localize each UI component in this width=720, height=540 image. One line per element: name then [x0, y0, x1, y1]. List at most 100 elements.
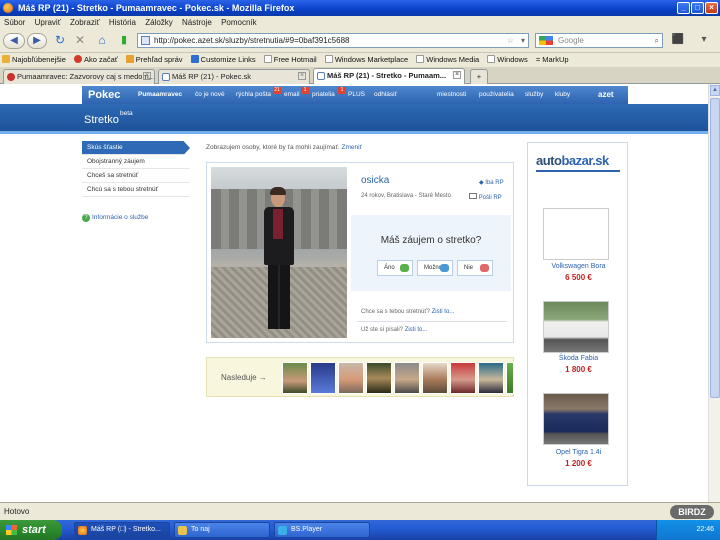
menu-view[interactable]: Zobraziť — [70, 18, 100, 27]
next-thumbnail[interactable] — [282, 362, 308, 394]
menu-bookmarks[interactable]: Záložky — [145, 18, 173, 27]
addon-icon[interactable]: ⬛ — [670, 33, 686, 49]
nav-services[interactable]: služby — [525, 86, 543, 104]
taskbar-item-folder[interactable]: To naj — [174, 522, 270, 538]
minimize-button[interactable]: _ — [677, 2, 690, 14]
car-image[interactable] — [543, 393, 609, 445]
next-thumbnail[interactable] — [422, 362, 448, 394]
maximize-button[interactable]: □ — [691, 2, 704, 14]
autobazar-ad[interactable]: autobazar.sk Volkswagen Bora 6 500 € Ško… — [527, 142, 628, 486]
find-out-link[interactable]: Zisti to... — [432, 309, 455, 315]
search-input[interactable]: Google ⌕ — [535, 33, 663, 48]
taskbar-item-bsplayer[interactable]: BS.Player — [274, 522, 370, 538]
tab-close-icon[interactable]: × — [143, 72, 151, 80]
maybe-icon — [440, 264, 449, 272]
menu-file[interactable]: Súbor — [4, 18, 25, 27]
sidebar-item-mutual[interactable]: Obojstranný záujem — [82, 155, 190, 169]
next-thumbnail[interactable] — [394, 362, 420, 394]
next-thumbnail[interactable] — [366, 362, 392, 394]
maybe-button[interactable]: Možno — [417, 260, 453, 276]
back-button[interactable]: ◀ — [3, 33, 25, 49]
address-bar[interactable]: http://pokec.azet.sk/sluzby/stretnutia/#… — [137, 33, 529, 48]
nav-new[interactable]: čo je nové — [195, 86, 225, 104]
autobazar-logo: autobazar.sk — [536, 153, 620, 172]
bookmark-item[interactable]: Najobľúbenejšie — [2, 53, 66, 67]
nav-user[interactable]: Pumaamravec — [138, 86, 182, 104]
pokec-logo[interactable]: Pokec — [88, 86, 120, 104]
nav-rooms[interactable]: miestnosti — [437, 86, 466, 104]
sidebar-item-want-you[interactable]: Chcú sa s tebou stretnúť — [82, 183, 190, 197]
bookmark-item[interactable]: = MarkUp — [536, 53, 569, 67]
nav-mail[interactable]: rýchla pošta — [236, 86, 271, 104]
next-thumbnail[interactable] — [338, 362, 364, 394]
taskbar-item-firefox[interactable]: Máš RP (□) - Stretko... — [74, 522, 170, 538]
clock[interactable]: 22:46 — [696, 526, 714, 533]
site-favicon — [141, 36, 150, 45]
status-text: Hotovo — [4, 507, 30, 516]
toolbar-menu-icon[interactable]: ▾ — [696, 33, 712, 49]
scroll-up-icon[interactable]: ▲ — [710, 85, 720, 96]
car-name[interactable]: Volkswagen Bora — [528, 263, 629, 270]
dropdown-arrow-icon[interactable]: ▾ — [521, 34, 525, 47]
tab-stretko[interactable]: Máš RP (21) - Stretko - Pumaam... × — [313, 68, 465, 84]
google-icon[interactable] — [539, 36, 553, 45]
new-tab-button[interactable]: + — [470, 69, 488, 84]
profile-meta: 24 rokov, Bratislava - Staré Mesto — [361, 193, 451, 199]
menu-help[interactable]: Pomocník — [221, 18, 257, 27]
bookmark-item[interactable]: Ako začať — [74, 53, 118, 67]
reload-icon[interactable]: ↻ — [52, 33, 68, 49]
send-rp-link[interactable]: Pošli RP — [469, 193, 502, 201]
bookmark-item[interactable]: Windows Media — [416, 53, 479, 67]
bookmark-item[interactable]: Prehľad správ — [125, 53, 183, 67]
find-out-link[interactable]: Zisti to... — [405, 327, 428, 333]
azet-logo[interactable]: azet — [598, 86, 614, 104]
home-icon[interactable]: ⌂ — [94, 33, 110, 49]
bookmark-item[interactable]: Free Hotmail — [263, 53, 317, 67]
scroll-thumb[interactable] — [710, 98, 720, 398]
car-image[interactable] — [543, 301, 609, 353]
tab-close-icon[interactable]: × — [453, 71, 461, 79]
nav-email[interactable]: email — [284, 86, 300, 104]
menu-edit[interactable]: Upraviť — [35, 18, 61, 27]
email-count-badge: 1 — [301, 87, 309, 94]
next-thumbnail[interactable] — [310, 362, 336, 394]
nav-users[interactable]: používatelia — [479, 86, 514, 104]
car-name[interactable]: Škoda Fabia — [528, 355, 629, 362]
profile-photo[interactable] — [211, 167, 347, 338]
next-thumbnail[interactable] — [478, 362, 504, 394]
nav-logout[interactable]: odhlásiť — [374, 86, 397, 104]
car-name[interactable]: Opel Tigra 1.4i — [528, 449, 629, 456]
rss-icon — [125, 55, 134, 63]
sidebar-item-want-meet[interactable]: Chceš sa stretnúť — [82, 169, 190, 183]
yes-button[interactable]: Áno — [377, 260, 413, 276]
tab-pumaamravec[interactable]: Pumaamravec: Zazvorovy caj s medom... × — [3, 69, 155, 84]
profile-name[interactable]: osicka — [361, 175, 389, 186]
bookmark-item[interactable]: Customize Links — [190, 53, 256, 67]
stop-icon[interactable]: ✕ — [72, 33, 88, 49]
no-button[interactable]: Nie — [457, 260, 493, 276]
bookmark-item[interactable]: Windows — [487, 53, 528, 67]
close-button[interactable]: × — [705, 2, 718, 14]
sidebar-item-try-luck[interactable]: Skús šťastie — [82, 141, 190, 155]
bookmark-star-icon[interactable]: ☆ — [507, 34, 514, 47]
tab-favicon — [162, 73, 170, 81]
nav-clubs[interactable]: kluby — [555, 86, 570, 104]
next-thumbnail[interactable] — [450, 362, 476, 394]
bookmark-item[interactable]: Windows Marketplace — [324, 53, 408, 67]
car-image[interactable] — [543, 208, 609, 260]
search-icon[interactable]: ⌕ — [655, 34, 659, 47]
tab-close-icon[interactable]: × — [298, 72, 306, 80]
tab-mas-rp[interactable]: Máš RP (21) - Pokec.sk × — [158, 69, 310, 84]
menu-history[interactable]: História — [109, 18, 136, 27]
nav-plus[interactable]: PLUS — [348, 86, 365, 104]
next-thumbnail[interactable] — [506, 362, 514, 394]
forward-button[interactable]: ▶ — [27, 33, 47, 49]
change-link[interactable]: Zmeniť — [342, 144, 363, 151]
vertical-scrollbar[interactable]: ▲ — [708, 84, 720, 502]
nav-friends[interactable]: priatelia — [312, 86, 335, 104]
rp-only-link[interactable]: ◆ Iba RP — [479, 179, 504, 186]
sidebar-info-link[interactable]: ? Informácie o službe — [82, 211, 202, 225]
navigation-toolbar: ◀ ▶ ↻ ✕ ⌂ ▮ http://pokec.azet.sk/sluzby/… — [0, 29, 720, 53]
start-button[interactable]: start — [0, 520, 62, 540]
menu-tools[interactable]: Nástroje — [182, 18, 212, 27]
